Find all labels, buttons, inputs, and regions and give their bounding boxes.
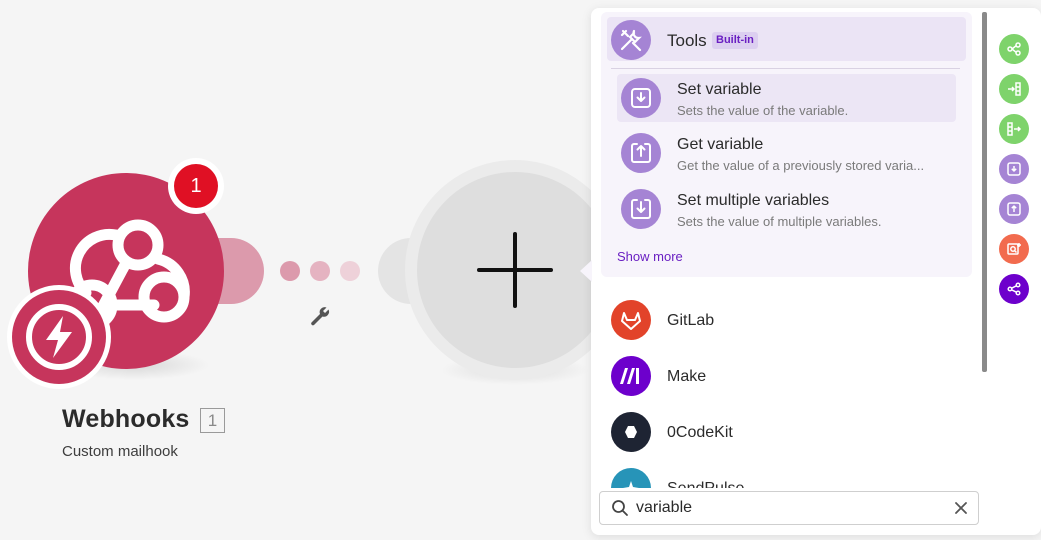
clear-search-button[interactable]: [951, 497, 971, 519]
app-item-gitlab[interactable]: GitLab: [607, 296, 977, 344]
app-item-0codekit[interactable]: 0CodeKit: [607, 408, 977, 456]
get-variable-icon: [621, 133, 661, 173]
app-item-make[interactable]: Make: [607, 352, 977, 400]
set-variable-icon[interactable]: [999, 154, 1029, 184]
app-item-sendpulse[interactable]: SendPulse: [607, 464, 977, 488]
connector-dot: [340, 261, 360, 281]
app-name: GitLab: [667, 312, 715, 329]
divider: [611, 68, 960, 69]
connector-dot: [310, 261, 330, 281]
iterator-icon[interactable]: [999, 114, 1029, 144]
app-list: GitLab Make 0CodeKit SendPulse: [607, 296, 977, 488]
wrench-icon[interactable]: [308, 304, 332, 333]
close-icon: [955, 502, 967, 514]
module-item-title: Set variable: [677, 81, 762, 98]
flow-control-icon[interactable]: [999, 274, 1029, 304]
operations-badge[interactable]: 1: [174, 164, 218, 208]
app-name: Make: [667, 368, 707, 385]
module-subtitle: Custom mailhook: [62, 443, 178, 460]
json-icon[interactable]: [999, 234, 1029, 264]
router-icon[interactable]: [999, 34, 1029, 64]
built-in-badge: Built-in: [712, 32, 758, 49]
tools-icon: [611, 20, 651, 60]
app-name: 0CodeKit: [667, 424, 733, 441]
set-multiple-variables-icon: [621, 189, 661, 229]
module-id-badge: 1: [200, 408, 225, 433]
get-variable-icon[interactable]: [999, 194, 1029, 224]
module-item-title: Set multiple variables: [677, 192, 830, 209]
sendpulse-icon: [611, 468, 651, 488]
app-name: SendPulse: [667, 480, 744, 488]
panel-scrollbar[interactable]: [982, 12, 987, 372]
make-icon: [611, 356, 651, 396]
panel-pointer: [580, 260, 592, 282]
module-item-title: Get variable: [677, 136, 764, 153]
instant-trigger-icon: [12, 290, 106, 384]
module-item-description: Get the value of a previously stored var…: [677, 158, 925, 173]
connector-dot: [280, 261, 300, 281]
module-item-description: Sets the value of multiple variables.: [677, 214, 882, 229]
aggregator-icon[interactable]: [999, 74, 1029, 104]
show-more-link[interactable]: Show more: [617, 249, 683, 264]
gitlab-icon: [611, 300, 651, 340]
module-item-description: Sets the value of the variable.: [677, 103, 849, 118]
search-input[interactable]: [636, 497, 936, 519]
module-title[interactable]: Webhooks: [62, 405, 190, 434]
0codekit-icon: [611, 412, 651, 452]
tools-header[interactable]: [607, 17, 966, 61]
tools-label: Tools: [667, 31, 707, 50]
set-variable-icon: [621, 78, 661, 118]
search-icon: [611, 499, 629, 522]
